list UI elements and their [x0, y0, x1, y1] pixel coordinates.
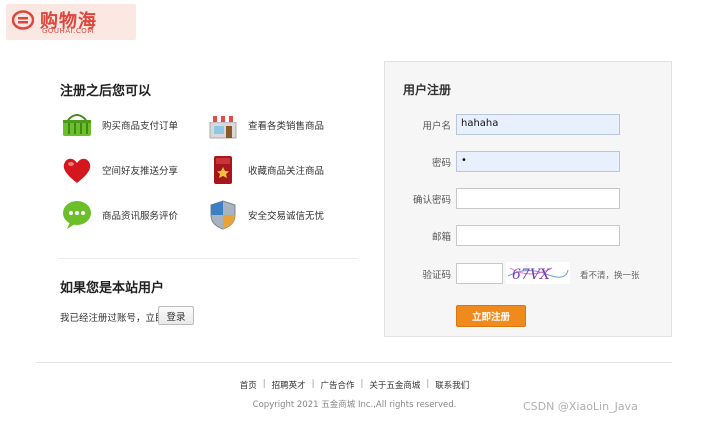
email-label: 邮箱: [431, 232, 451, 243]
login-button[interactable]: 登录: [158, 306, 194, 325]
bookmark-card-icon: [214, 156, 232, 184]
benefit-label: 购买商品支付订单: [102, 121, 179, 132]
footer-link-jobs[interactable]: 招聘英才: [272, 379, 306, 391]
footer-links: 首页 | 招聘英才 | 广告合作 | 关于五金商城 | 联系我们: [239, 379, 470, 391]
member-text: 我已经注册过账号，立即: [60, 313, 165, 324]
section-divider: [58, 258, 358, 259]
confirm-password-label: 确认密码: [412, 195, 451, 206]
member-title: 如果您是本站用户: [60, 281, 165, 296]
logo-domain: GOUHAI.COM: [42, 27, 94, 35]
store-icon: [209, 116, 237, 139]
confirm-password-input[interactable]: [456, 188, 620, 209]
watermark: CSDN @XiaoLin_Java: [523, 400, 638, 413]
captcha-label: 验证码: [422, 270, 451, 281]
captcha-input[interactable]: [456, 263, 503, 284]
benefit-item: 收藏商品关注商品: [206, 153, 324, 187]
benefit-item: 空间好友推送分享: [60, 153, 178, 187]
benefit-item: 购买商品支付订单: [60, 108, 178, 142]
footer-divider: [36, 362, 672, 363]
benefit-item: 安全交易诚信无忧: [206, 198, 324, 232]
username-input[interactable]: hahaha: [456, 114, 620, 135]
register-submit-button[interactable]: 立即注册: [456, 305, 526, 327]
footer-link-contact[interactable]: 联系我们: [435, 379, 469, 391]
register-title: 用户注册: [403, 83, 452, 97]
chat-bubble-icon: [63, 201, 91, 229]
username-label: 用户名: [422, 121, 451, 132]
password-label: 密码: [431, 158, 451, 169]
shield-icon: [210, 200, 236, 230]
benefit-label: 空间好友推送分享: [102, 166, 179, 177]
captcha-image[interactable]: 67VX: [506, 262, 570, 284]
benefit-label: 收藏商品关注商品: [248, 166, 325, 177]
logo-icon: [12, 10, 34, 30]
benefit-label: 商品资讯服务评价: [102, 211, 179, 222]
captcha-refresh-link[interactable]: 看不清，换一张: [580, 269, 640, 281]
register-panel: 用户注册 用户名 hahaha 密码 • 确认密码 邮箱 验证码 67VX 看不…: [384, 61, 672, 337]
benefit-label: 安全交易诚信无忧: [248, 211, 325, 222]
benefits-title: 注册之后您可以: [60, 84, 152, 99]
footer-link-about[interactable]: 关于五金商城: [369, 379, 420, 391]
footer-link-ads[interactable]: 广告合作: [320, 379, 354, 391]
heart-icon: [63, 158, 91, 183]
benefit-item: 查看各类销售商品: [206, 108, 324, 142]
footer-link-home[interactable]: 首页: [240, 379, 257, 391]
shopping-basket-icon: [63, 114, 91, 136]
benefit-label: 查看各类销售商品: [248, 121, 325, 132]
site-logo[interactable]: 购物海 GOUHAI.COM: [6, 4, 136, 40]
benefit-item: 商品资讯服务评价: [60, 198, 178, 232]
password-input[interactable]: •: [456, 151, 620, 172]
email-input[interactable]: [456, 225, 620, 246]
captcha-text: 67VX: [512, 267, 551, 283]
